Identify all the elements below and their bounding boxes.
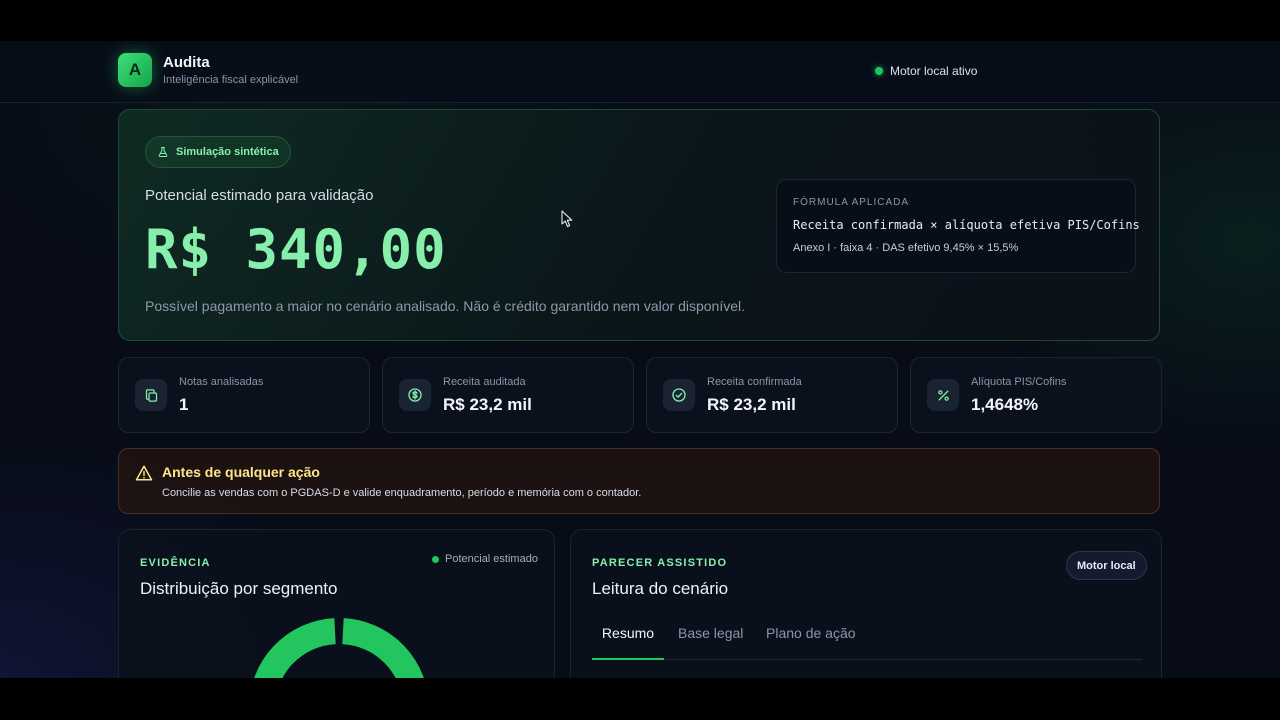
warning-text: Concilie as vendas com o PGDAS-D e valid…	[162, 487, 642, 499]
stat-card-audited-revenue: Receita auditada R$ 23,2 mil	[382, 357, 634, 433]
evidence-panel: EVIDÊNCIA Distribuição por segmento Pote…	[118, 529, 555, 678]
engine-status: Motor local ativo	[875, 64, 977, 78]
stat-value: 1,4648%	[971, 395, 1039, 414]
evidence-overline: EVIDÊNCIA	[140, 557, 211, 569]
brand-name: Audita	[163, 54, 210, 71]
formula-expression: Receita confirmada × alíquota efetiva PI…	[793, 218, 1140, 232]
stat-value: 1	[179, 395, 189, 414]
mouse-cursor-icon	[561, 210, 573, 228]
top-bar: A Audita Inteligência fiscal explicável …	[0, 41, 1280, 103]
donut-segment[interactable]	[341, 618, 424, 678]
percent-icon	[927, 379, 959, 411]
tab-action-plan[interactable]: Plano de ação	[766, 625, 856, 658]
formula-card: FÓRMULA APLICADA Receita confirmada × al…	[776, 179, 1140, 273]
warning-triangle-icon	[135, 465, 153, 481]
stat-label: Alíquota PIS/Cofins	[971, 376, 1067, 388]
status-dot-icon	[875, 67, 883, 75]
formula-detail: Anexo I · faixa 4 · DAS efetivo 9,45% × …	[793, 242, 1019, 254]
warning-title: Antes de qualquer ação	[162, 464, 320, 480]
hero-card: Simulação sintética Potencial estimado p…	[118, 109, 1160, 341]
hero-value: R$ 340,00	[145, 218, 447, 281]
dollar-circle-icon	[399, 379, 431, 411]
stat-label: Receita confirmada	[707, 376, 802, 388]
engine-mode-pill[interactable]: Motor local	[1066, 551, 1147, 580]
stat-label: Notas analisadas	[179, 376, 264, 388]
legend-dot-icon	[432, 555, 439, 563]
opinion-overline: PARECER ASSISTIDO	[592, 557, 728, 569]
simulation-badge: Simulação sintética	[145, 136, 291, 168]
chart-legend: Potencial estimado	[432, 553, 538, 565]
tab-legal-basis[interactable]: Base legal	[678, 625, 743, 658]
app-logo[interactable]: A	[118, 53, 152, 87]
stat-card-confirmed-revenue: Receita confirmada R$ 23,2 mil	[646, 357, 898, 433]
stat-card-tax-rate: Alíquota PIS/Cofins 1,4648%	[910, 357, 1162, 433]
segment-donut-chart	[254, 618, 424, 678]
donut-segment[interactable]	[254, 618, 337, 678]
app-viewport: A Audita Inteligência fiscal explicável …	[0, 41, 1280, 678]
opinion-tabs: Resumo Base legal Plano de ação	[592, 625, 1142, 660]
tab-summary[interactable]: Resumo	[592, 625, 664, 660]
documents-icon	[135, 379, 167, 411]
check-circle-icon	[663, 379, 695, 411]
stat-label: Receita auditada	[443, 376, 526, 388]
formula-title: FÓRMULA APLICADA	[793, 197, 910, 208]
logo-letter: A	[128, 60, 142, 79]
opinion-panel: PARECER ASSISTIDO Leitura do cenário Mot…	[570, 529, 1162, 678]
flask-icon	[158, 147, 168, 157]
evidence-title: Distribuição por segmento	[140, 579, 338, 598]
engine-status-label: Motor local ativo	[890, 64, 978, 78]
brand-tagline: Inteligência fiscal explicável	[163, 74, 299, 86]
hero-label: Potencial estimado para validação	[145, 187, 374, 204]
legend-label: Potencial estimado	[445, 553, 538, 565]
hero-note: Possível pagamento a maior no cenário an…	[145, 298, 746, 314]
opinion-title: Leitura do cenário	[592, 579, 729, 598]
warning-banner: Antes de qualquer ação Concilie as venda…	[118, 448, 1160, 514]
stat-value: R$ 23,2 mil	[443, 395, 532, 414]
stat-card-notes: Notas analisadas 1	[118, 357, 370, 433]
stat-value: R$ 23,2 mil	[707, 395, 796, 414]
simulation-badge-label: Simulação sintética	[176, 146, 279, 158]
